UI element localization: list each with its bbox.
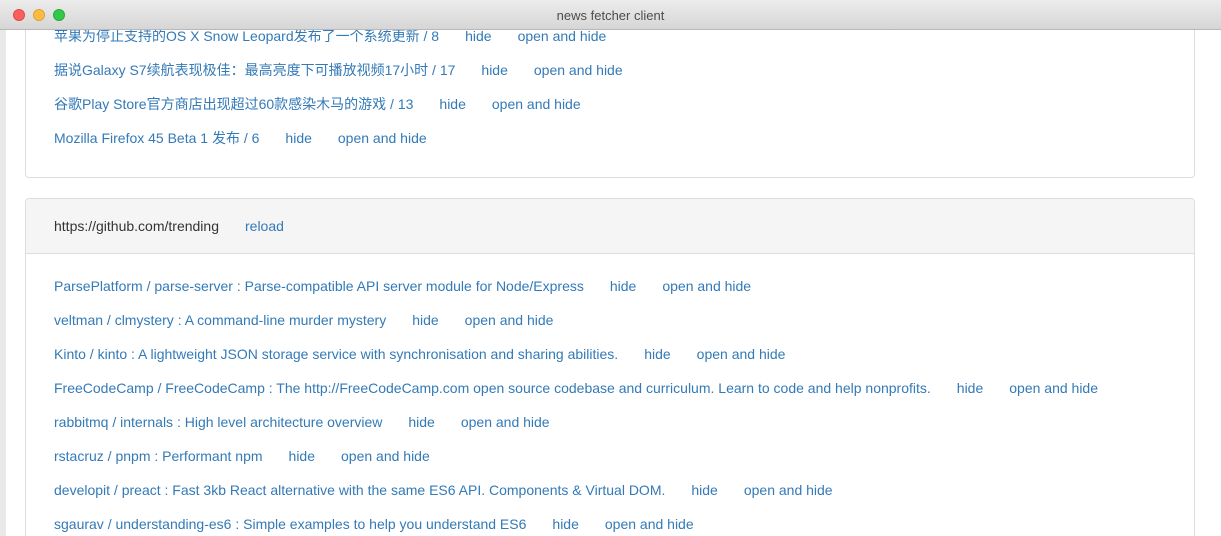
- hide-link[interactable]: hide: [412, 312, 438, 328]
- panel-heading: https://github.com/trending reload: [26, 199, 1194, 254]
- open-and-hide-link[interactable]: open and hide: [518, 30, 607, 44]
- hide-link[interactable]: hide: [439, 96, 465, 112]
- open-and-hide-link[interactable]: open and hide: [492, 96, 581, 112]
- open-and-hide-link[interactable]: open and hide: [461, 414, 550, 430]
- trending-item-title-link[interactable]: sgaurav / understanding-es6 : Simple exa…: [54, 516, 526, 532]
- news-item: 苹果为停止支持的OS X Snow Leopard发布了一个系统更新 / 8 hi…: [54, 30, 606, 46]
- hide-link[interactable]: hide: [285, 130, 311, 146]
- window-titlebar: news fetcher client: [0, 0, 1221, 30]
- open-and-hide-link[interactable]: open and hide: [534, 62, 623, 78]
- trending-item: developit / preact : Fast 3kb React alte…: [54, 480, 833, 500]
- trending-item: rstacruz / pnpm : Performant npm hide open…: [54, 446, 430, 466]
- trending-item: sgaurav / understanding-es6 : Simple exa…: [54, 514, 694, 534]
- open-and-hide-link[interactable]: open and hide: [697, 346, 786, 362]
- trending-item-title-link[interactable]: FreeCodeCamp / FreeCodeCamp : The http:/…: [54, 380, 931, 396]
- open-and-hide-link[interactable]: open and hide: [662, 278, 751, 294]
- hide-link[interactable]: hide: [691, 482, 717, 498]
- news-item: 谷歌Play Store官方商店出现超过60款感染木马的游戏 / 13 hide o…: [54, 94, 581, 114]
- open-and-hide-link[interactable]: open and hide: [744, 482, 833, 498]
- open-and-hide-link[interactable]: open and hide: [465, 312, 554, 328]
- trending-item-title-link[interactable]: developit / preact : Fast 3kb React alte…: [54, 482, 665, 498]
- hide-link[interactable]: hide: [644, 346, 670, 362]
- open-and-hide-link[interactable]: open and hide: [341, 448, 430, 464]
- trending-item-title-link[interactable]: Kinto / kinto : A lightweight JSON stora…: [54, 346, 618, 362]
- trending-item: veltman / clmystery : A command-line mur…: [54, 310, 553, 330]
- open-and-hide-link[interactable]: open and hide: [605, 516, 694, 532]
- trending-item-title-link[interactable]: ParsePlatform / parse-server : Parse-com…: [54, 278, 584, 294]
- hide-link[interactable]: hide: [610, 278, 636, 294]
- open-and-hide-link[interactable]: open and hide: [338, 130, 427, 146]
- hide-link[interactable]: hide: [289, 448, 315, 464]
- source-url: https://github.com/trending: [54, 218, 219, 234]
- trending-item: rabbitmq / internals : High level archit…: [54, 412, 550, 432]
- reload-link[interactable]: reload: [245, 218, 284, 234]
- news-item-title-link[interactable]: 谷歌Play Store官方商店出现超过60款感染木马的游戏 / 13: [54, 96, 413, 112]
- trending-item: FreeCodeCamp / FreeCodeCamp : The http:/…: [54, 378, 1098, 398]
- trending-item: ParsePlatform / parse-server : Parse-com…: [54, 276, 751, 296]
- trending-item-title-link[interactable]: veltman / clmystery : A command-line mur…: [54, 312, 386, 328]
- hide-link[interactable]: hide: [481, 62, 507, 78]
- hide-link[interactable]: hide: [552, 516, 578, 532]
- news-item-title-link[interactable]: 苹果为停止支持的OS X Snow Leopard发布了一个系统更新 / 8: [54, 30, 439, 44]
- trending-item: Kinto / kinto : A lightweight JSON stora…: [54, 344, 785, 364]
- hide-link[interactable]: hide: [465, 30, 491, 44]
- hide-link[interactable]: hide: [408, 414, 434, 430]
- news-item: 据说Galaxy S7续航表现极佳：最高亮度下可播放视频17小时 / 17 hid…: [54, 60, 623, 80]
- trending-item-title-link[interactable]: rabbitmq / internals : High level archit…: [54, 414, 382, 430]
- news-item-title-link[interactable]: Mozilla Firefox 45 Beta 1 发布 / 6: [54, 130, 259, 146]
- trending-item-title-link[interactable]: rstacruz / pnpm : Performant npm: [54, 448, 263, 464]
- news-item-title-link[interactable]: 据说Galaxy S7续航表现极佳：最高亮度下可播放视频17小时 / 17: [54, 62, 455, 78]
- hide-link[interactable]: hide: [957, 380, 983, 396]
- open-and-hide-link[interactable]: open and hide: [1009, 380, 1098, 396]
- main-content: 苹果为停止支持的OS X Snow Leopard发布了一个系统更新 / 8 hi…: [6, 30, 1221, 536]
- github-trending-panel: https://github.com/trending reload ParseP…: [25, 198, 1195, 536]
- window-title: news fetcher client: [556, 8, 665, 23]
- news-item: Mozilla Firefox 45 Beta 1 发布 / 6 hide open…: [54, 128, 427, 148]
- news-panel: 苹果为停止支持的OS X Snow Leopard发布了一个系统更新 / 8 hi…: [25, 30, 1195, 178]
